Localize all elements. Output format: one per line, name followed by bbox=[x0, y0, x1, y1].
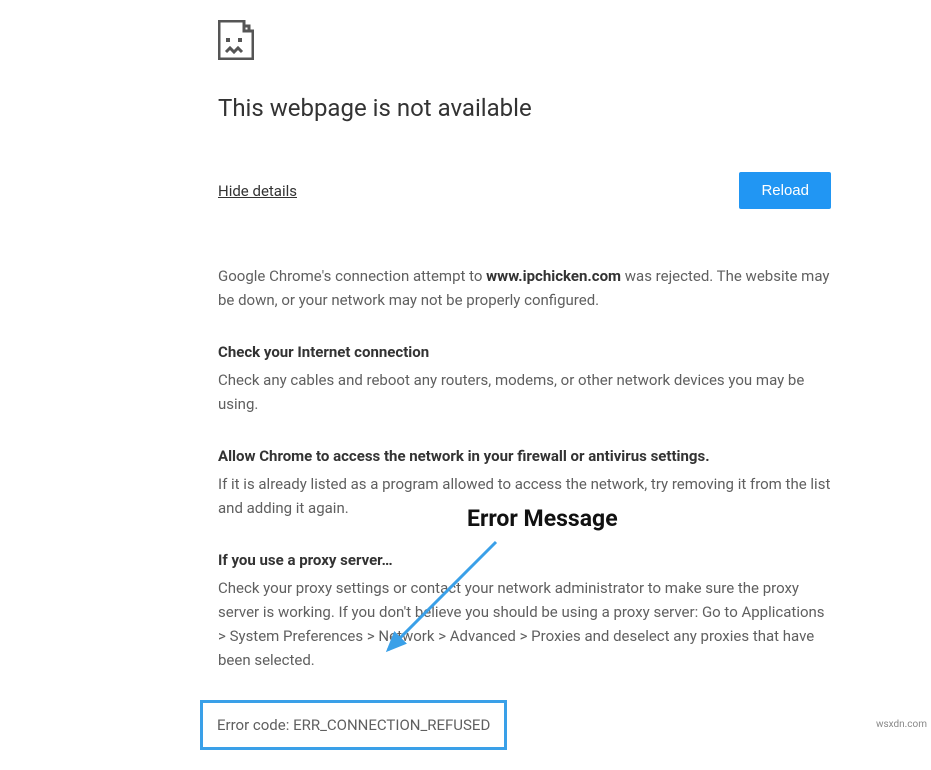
suggestion-heading: Check your Internet connection bbox=[218, 340, 831, 364]
annotation-label: Error Message bbox=[467, 505, 618, 532]
error-code-highlight: Error code: ERR_CONNECTION_REFUSED bbox=[200, 700, 507, 750]
hostname-text: www.ipchicken.com bbox=[486, 267, 621, 285]
details-intro: Google Chrome's connection attempt to ww… bbox=[218, 264, 831, 312]
attribution-text: wsxdn.com bbox=[876, 719, 927, 730]
suggestion-text: Check any cables and reboot any routers,… bbox=[218, 368, 831, 416]
suggestion-block: Check your Internet connection Check any… bbox=[218, 340, 831, 416]
error-code-value: ERR_CONNECTION_REFUSED bbox=[293, 716, 490, 734]
intro-prefix: Google Chrome's connection attempt to bbox=[218, 267, 486, 285]
suggestion-heading: If you use a proxy server… bbox=[218, 548, 831, 572]
page-title: This webpage is not available bbox=[218, 94, 831, 122]
error-page-container: This webpage is not available Hide detai… bbox=[0, 0, 931, 770]
suggestion-block: If you use a proxy server… Check your pr… bbox=[218, 548, 831, 672]
sad-page-icon bbox=[218, 20, 831, 64]
error-code-label: Error code: bbox=[217, 716, 293, 734]
error-code-row: Error code: ERR_CONNECTION_REFUSED bbox=[217, 713, 490, 737]
hide-details-link[interactable]: Hide details bbox=[218, 182, 297, 200]
suggestion-heading: Allow Chrome to access the network in yo… bbox=[218, 444, 831, 468]
controls-row: Hide details Reload bbox=[218, 172, 831, 209]
reload-button[interactable]: Reload bbox=[739, 172, 831, 209]
suggestion-text: Check your proxy settings or contact you… bbox=[218, 576, 831, 672]
